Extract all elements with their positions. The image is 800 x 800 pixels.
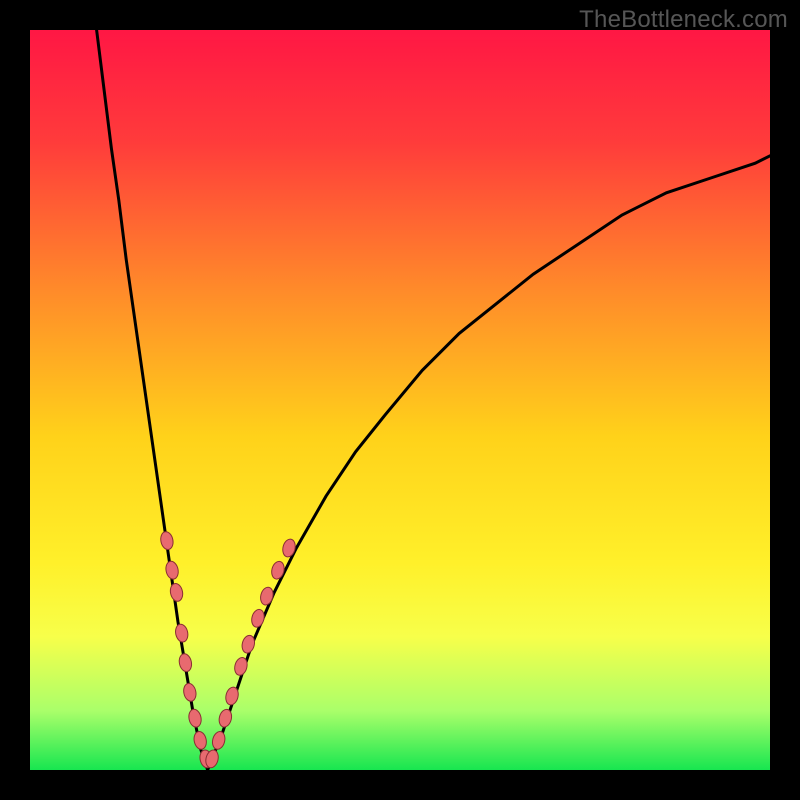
- plot-area: [30, 30, 770, 770]
- plot-svg: [30, 30, 770, 770]
- gradient-background: [30, 30, 770, 770]
- chart-container: TheBottleneck.com: [0, 0, 800, 800]
